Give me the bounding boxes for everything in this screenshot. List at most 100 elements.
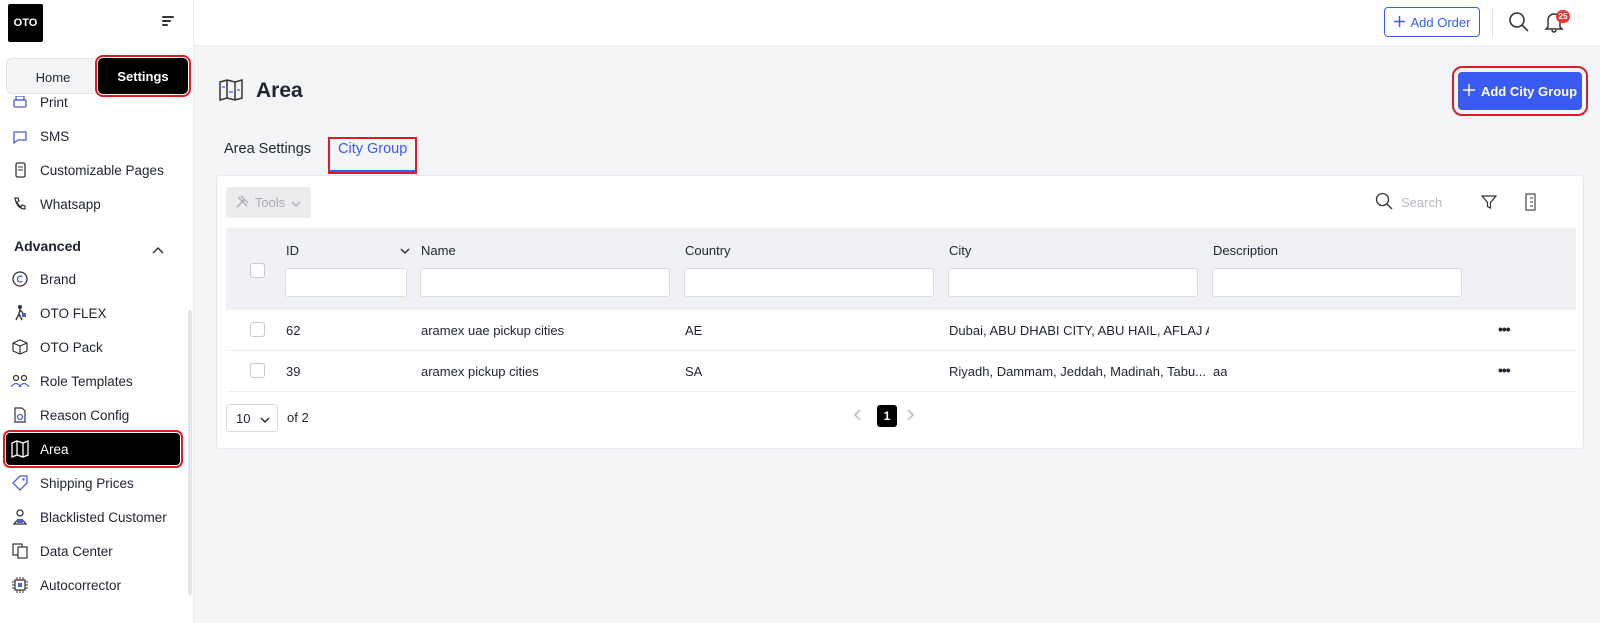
printer-icon [10,96,30,112]
city-group-table-card: Tools Search ID Name Country City Descri… [216,175,1584,449]
documents-icon [10,541,30,561]
sidebar-item-print[interactable]: Print [0,96,188,118]
cell-country: SA [685,364,703,379]
column-header-id[interactable]: ID [286,243,299,258]
home-button[interactable]: Home [11,63,95,91]
section-title: Advanced [14,238,81,254]
cell-city: Riyadh, Dammam, Jeddah, Madinah, Tabu... [949,364,1207,379]
page-size-value: 10 [236,410,251,426]
add-order-button[interactable]: Add Order [1384,7,1480,37]
home-settings-switcher: Home Settings [6,55,191,97]
sidebar-item-label: Brand [40,271,77,287]
tools-label: Tools [254,195,286,210]
sidebar-item-oto-flex[interactable]: OTO FLEX [0,297,188,329]
notification-badge: 25 [1556,10,1570,23]
chat-icon [10,126,30,146]
filter-icon[interactable] [1480,194,1498,213]
sidebar-item-label: Reason Config [40,407,130,423]
sidebar-item-label: SMS [40,128,70,144]
sidebar-item-reason-config[interactable]: Reason Config [0,399,188,431]
page-header: Area [218,76,303,106]
column-header-description[interactable]: Description [1213,243,1278,258]
search-icon[interactable] [1508,11,1530,33]
sidebar-menu: Print SMS Customizable Pages Whatsapp Ad… [0,96,194,623]
sidebar-item-oto-pack[interactable]: OTO Pack [0,331,188,363]
price-tag-icon [10,473,30,493]
table-search[interactable]: Search [1375,192,1442,213]
sidebar-item-label: Area [40,441,69,457]
top-bar: Add Order 25 [194,0,1600,46]
sidebar-section-advanced[interactable]: Advanced [14,238,174,254]
chevron-up-icon [152,241,164,257]
name-filter-input[interactable] [420,268,670,297]
sidebar-item-autocorrector[interactable]: Autocorrector [0,569,188,601]
add-city-group-button[interactable]: Add City Group [1452,66,1588,116]
sidebar-item-label: OTO FLEX [40,305,107,321]
sidebar-item-label: Print [40,96,68,110]
map-icon [218,78,244,105]
copyright-icon [10,269,30,289]
tab-area-settings[interactable]: Area Settings [224,141,311,171]
cell-id: 39 [286,364,301,379]
chip-icon [10,575,30,595]
sidebar-item-shipping-prices[interactable]: Shipping Prices [0,467,188,499]
menu-toggle-icon[interactable] [162,16,176,28]
sidebar-item-data-center[interactable]: Data Center [0,535,188,567]
select-all-checkbox[interactable] [250,263,265,278]
map-icon [10,439,30,459]
description-filter-input[interactable] [1212,268,1462,297]
page-number-button[interactable]: 1 [877,405,897,427]
chevron-right-icon[interactable] [907,408,915,424]
add-order-label: Add Order [1410,14,1471,30]
chevron-left-icon[interactable] [853,408,861,424]
page-total: of 2 [287,410,309,425]
cell-country: AE [685,323,703,338]
sidebar-item-area[interactable]: Area [3,430,183,468]
sidebar-item-label: Customizable Pages [40,162,164,178]
tab-city-group[interactable]: City Group [327,137,418,174]
row-checkbox[interactable] [250,363,265,378]
sidebar-item-role-templates[interactable]: Role Templates [0,365,188,397]
cell-city: Dubai, ABU DHABI CITY, ABU HAIL, AFLAJ A… [949,323,1209,338]
sidebar-item-sms[interactable]: SMS [0,120,188,152]
tools-button[interactable]: Tools [226,187,311,218]
column-header-city[interactable]: City [949,243,971,258]
table-row[interactable]: 62 aramex uae pickup cities AE Dubai, AB… [226,310,1576,351]
sidebar-item-label: Shipping Prices [40,475,134,491]
country-filter-input[interactable] [684,268,934,297]
more-actions-icon[interactable]: ••• [1498,362,1511,378]
id-filter-input[interactable] [285,268,407,297]
oto-logo[interactable]: OTO [8,4,43,42]
cell-description: aa [1213,364,1228,379]
sidebar-item-label: OTO Pack [40,339,103,355]
chevron-down-icon[interactable] [400,243,410,258]
page-title: Area [256,79,303,102]
cell-name: aramex uae pickup cities [421,323,565,338]
sidebar-item-label: Blacklisted Customer [40,509,167,525]
column-header-name[interactable]: Name [421,243,456,258]
city-filter-input[interactable] [948,268,1198,297]
search-input[interactable]: Search [1401,195,1442,210]
walker-icon [10,303,30,323]
sidebar-scrollbar[interactable] [188,310,192,595]
phone-icon [10,194,30,214]
table-row[interactable]: 39 aramex pickup cities SA Riyadh, Damma… [226,351,1576,392]
row-checkbox[interactable] [250,322,265,337]
sidebar-item-brand[interactable]: Brand [0,263,188,295]
more-actions-icon[interactable]: ••• [1498,321,1511,337]
column-header-country[interactable]: Country [685,243,731,258]
chevron-down-icon [260,411,270,426]
sidebar-item-whatsapp[interactable]: Whatsapp [0,188,188,220]
sidebar-item-customizable-pages[interactable]: Customizable Pages [0,154,188,186]
document-gear-icon [10,405,30,425]
chevron-down-icon [291,195,301,210]
columns-icon[interactable] [1523,193,1537,214]
sidebar-item-blacklisted-customer[interactable]: Blacklisted Customer [0,501,188,533]
person-blocked-icon [10,507,30,527]
table-header: ID Name Country City Description [226,228,1576,310]
search-icon [1375,192,1393,213]
cell-id: 62 [286,323,301,338]
page-size-select[interactable]: 10 [226,404,278,432]
settings-button[interactable]: Settings [95,55,191,97]
tools-icon [236,195,249,211]
